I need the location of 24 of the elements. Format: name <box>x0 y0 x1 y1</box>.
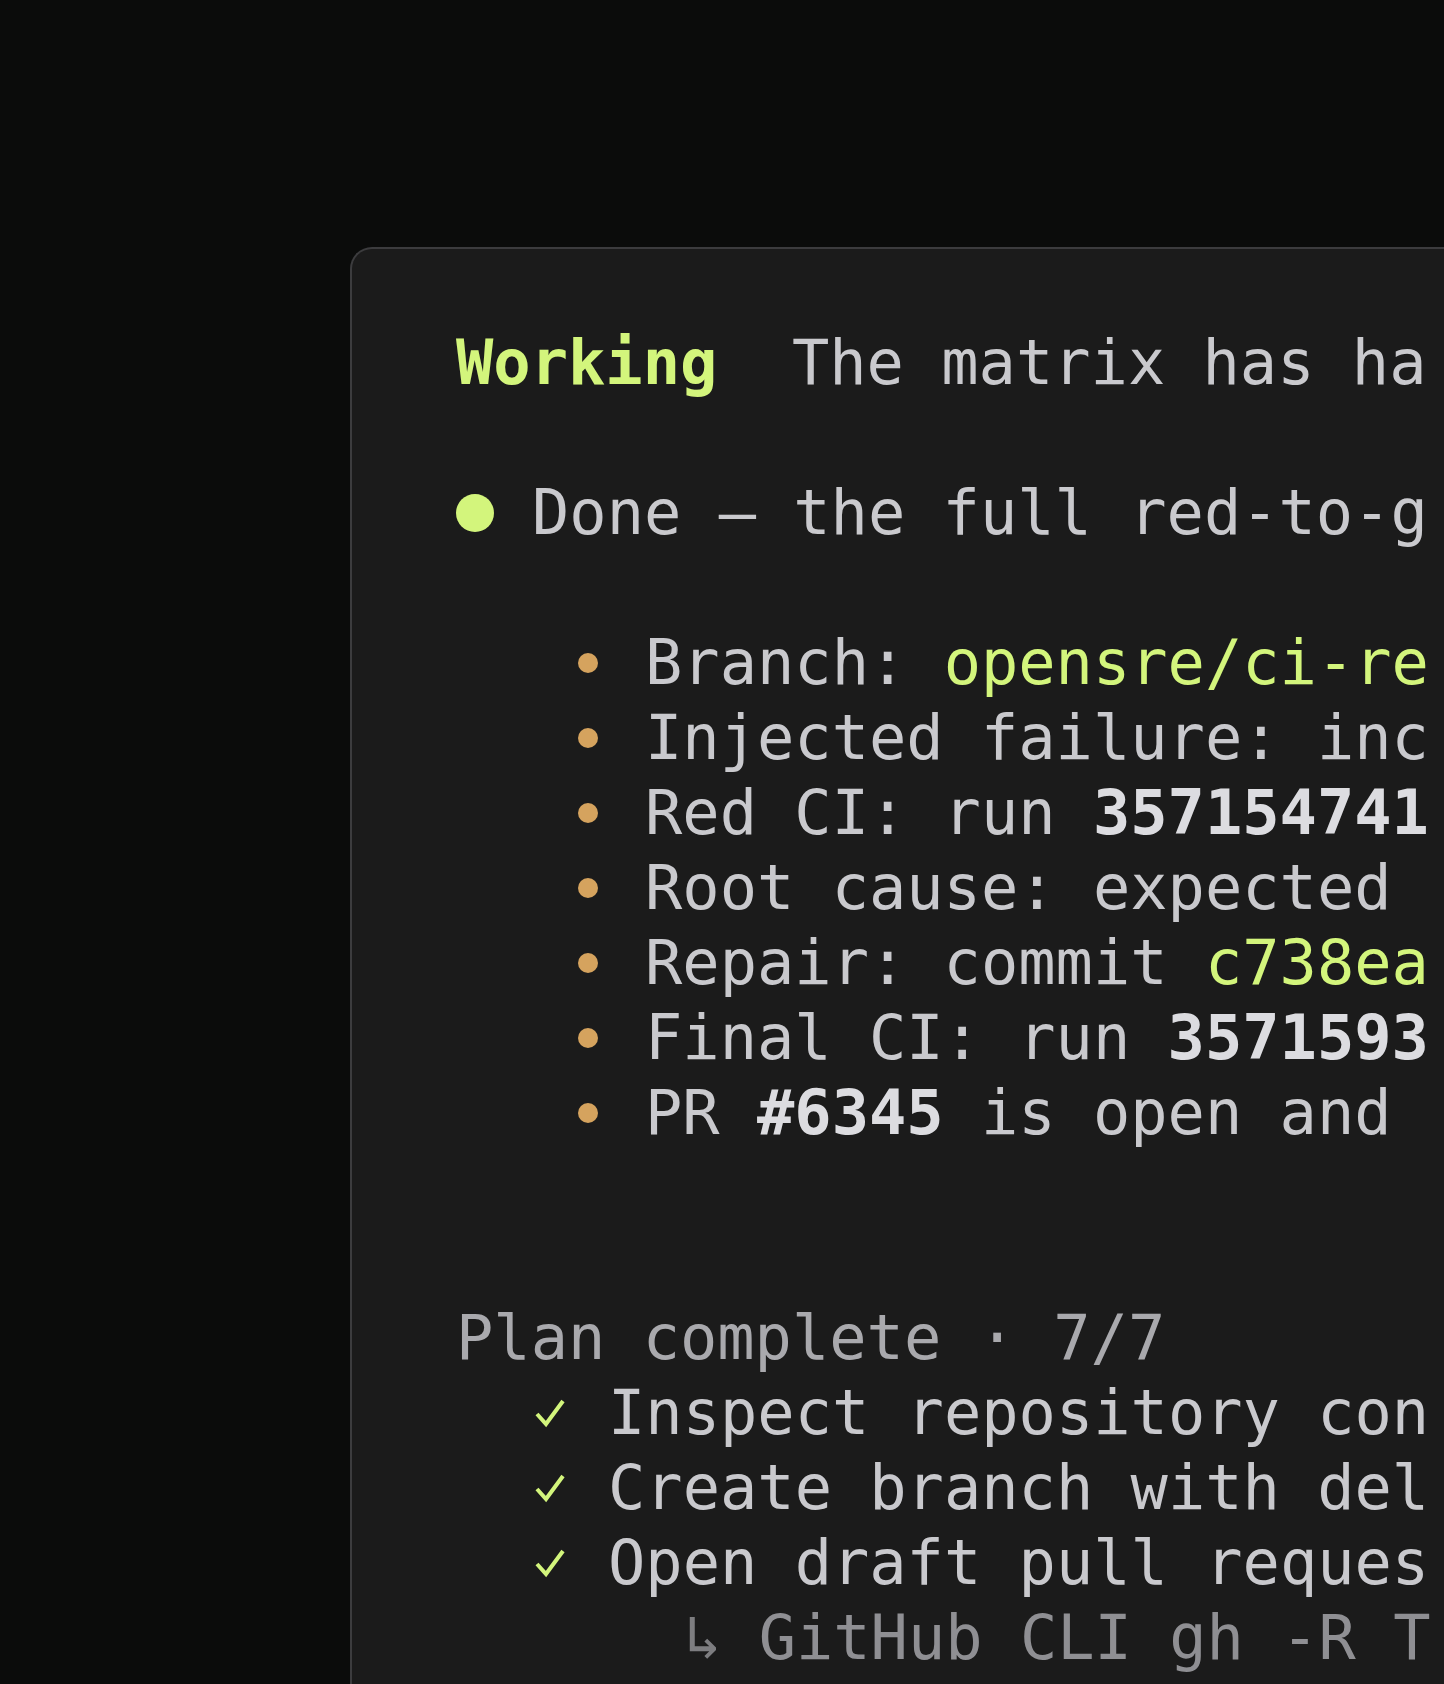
step-text: Inspect repository con <box>608 1375 1430 1450</box>
detail-text: Final CI: run 3571593 <box>645 1000 1429 1075</box>
bullet-icon <box>578 952 598 973</box>
bullet-icon <box>578 802 598 823</box>
bullet-icon <box>578 652 598 673</box>
status-label: Working <box>456 325 718 400</box>
return-arrow-icon: ↳ <box>684 1600 722 1675</box>
detail-text: Root cause: expected <box>645 850 1392 925</box>
bullet-icon <box>578 727 598 748</box>
detail-text: Branch: opensre/ci-re <box>645 625 1429 700</box>
step-text: Open draft pull reques <box>608 1525 1430 1600</box>
detail-text: Repair: commit c738ea <box>645 925 1429 1000</box>
detail-text: Injected failure: inc <box>645 700 1429 775</box>
status-dot-icon <box>456 493 494 532</box>
step-text: Create branch with del <box>608 1450 1430 1525</box>
detail-text: Red CI: run 357154741 <box>645 775 1429 850</box>
status-message: The matrix has ha <box>791 325 1427 400</box>
summary-text: Done — the full red-to-g <box>532 475 1428 550</box>
bullet-icon <box>578 877 598 898</box>
plan-title: Plan complete · 7/7 <box>456 1300 1166 1375</box>
detail-text: PR #6345 is open and <box>645 1075 1392 1150</box>
bullet-icon <box>578 1027 598 1048</box>
step-detail-text: GitHub CLI gh -R T <box>758 1600 1431 1675</box>
bullet-icon <box>578 1102 598 1123</box>
